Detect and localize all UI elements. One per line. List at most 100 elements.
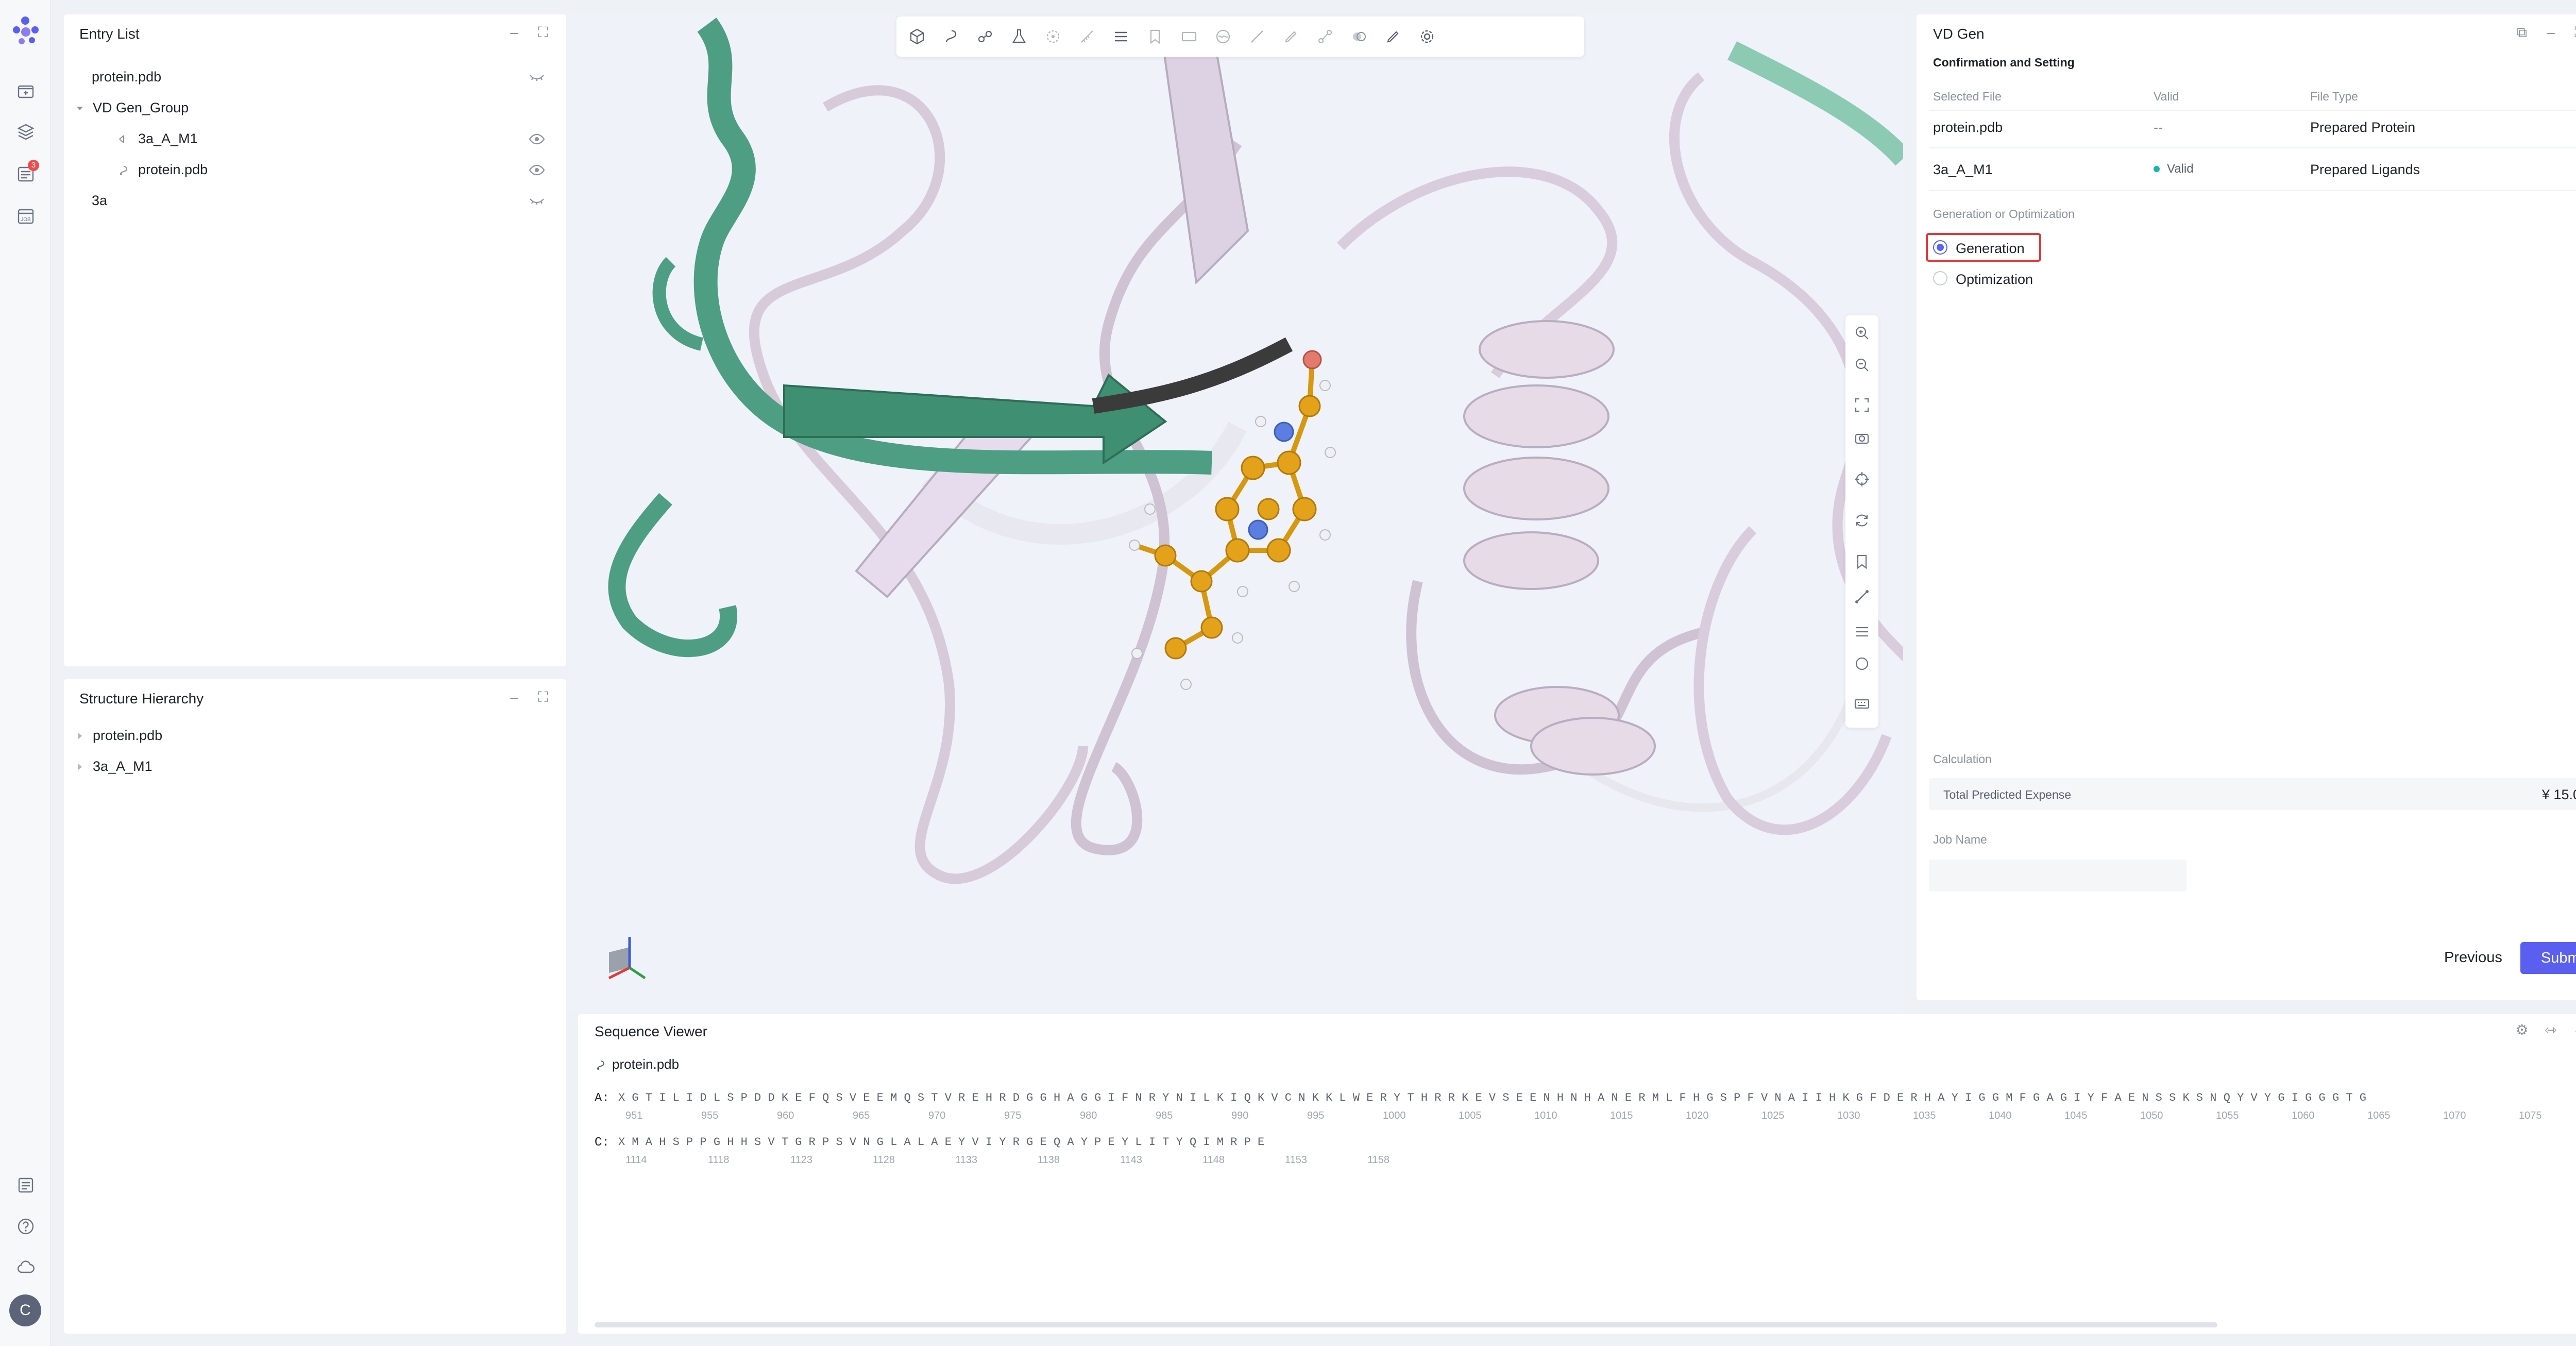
list-item[interactable]: 3a_A_M1 <box>117 131 198 147</box>
atoms-icon[interactable] <box>976 27 994 46</box>
project-folder-icon[interactable] <box>15 81 36 102</box>
docs-icon[interactable] <box>15 1175 36 1196</box>
list-item[interactable]: protein.pdb <box>117 162 208 178</box>
label-icon[interactable] <box>1180 27 1198 46</box>
valid-status: Valid <box>2154 162 2194 176</box>
header-valid: Valid <box>2154 90 2179 103</box>
minimize-icon[interactable]: – <box>506 25 522 40</box>
list-item[interactable]: 3a <box>92 193 107 209</box>
eye-icon[interactable] <box>528 164 546 176</box>
divider <box>1929 190 2576 191</box>
residue-number: 1133 <box>955 1154 978 1166</box>
help-icon[interactable] <box>15 1216 36 1237</box>
expense-value: ¥ 15.00 <box>2541 787 2576 802</box>
camera-icon[interactable] <box>1854 430 1870 446</box>
residue-number: 1045 <box>2064 1110 2088 1121</box>
eye-closed-icon[interactable] <box>528 71 546 83</box>
bookmark-add-icon[interactable] <box>1854 553 1870 570</box>
tasks-icon[interactable]: 3 <box>15 160 39 184</box>
list-item[interactable]: protein.pdb <box>74 728 162 744</box>
residue-number: 985 <box>1156 1110 1173 1121</box>
minimize-icon[interactable]: – <box>2572 1022 2576 1038</box>
mode-label: Generation or Optimization <box>1933 207 2075 221</box>
maximize-icon[interactable]: ⛶ <box>2572 25 2576 40</box>
eye-closed-icon[interactable] <box>528 195 546 207</box>
optimization-option[interactable]: Optimization <box>1926 264 2060 293</box>
flask-icon[interactable] <box>1010 27 1028 46</box>
jobs-icon[interactable]: JOB <box>15 206 36 227</box>
residue-number: 1060 <box>2292 1110 2315 1121</box>
residue-number: 1138 <box>1038 1154 1060 1166</box>
job-name-label: Job Name <box>1933 833 1987 846</box>
viewer-side-tools <box>1845 315 1878 728</box>
pocket-icon[interactable] <box>1350 27 1368 46</box>
ribbon-icon[interactable] <box>942 27 960 46</box>
residue-number: 1010 <box>1534 1110 1557 1121</box>
select-icon[interactable] <box>1044 27 1062 46</box>
list-view-icon[interactable] <box>1854 624 1870 640</box>
generation-option[interactable]: Generation <box>1926 233 2041 262</box>
job-name-input[interactable] <box>1929 860 2187 891</box>
sequence-icon[interactable] <box>1112 27 1130 46</box>
eye-icon[interactable] <box>528 133 546 145</box>
app-logo-icon[interactable] <box>10 15 40 45</box>
measure-tool-icon[interactable] <box>1854 588 1870 605</box>
residue-number: 970 <box>928 1110 946 1121</box>
chevron-down-icon[interactable] <box>74 103 86 114</box>
center-icon[interactable] <box>1854 471 1870 487</box>
sequence-track-a[interactable]: X G T I L I D L S P D D K E F Q S V E E … <box>618 1091 2576 1124</box>
bookmark-icon[interactable] <box>1146 27 1164 46</box>
residue-number: 1035 <box>1913 1110 1936 1121</box>
surface-icon[interactable] <box>1214 27 1232 46</box>
bond-icon[interactable] <box>1316 27 1334 46</box>
rotate-icon[interactable] <box>1854 512 1870 529</box>
submit-button[interactable]: Submit <box>2520 942 2576 974</box>
chevron-right-icon[interactable] <box>74 761 86 772</box>
maximize-icon[interactable]: ⛶ <box>535 25 551 40</box>
generation-radio[interactable] <box>1933 240 1947 255</box>
molecule-viewport[interactable] <box>568 14 1903 1012</box>
chevron-right-icon[interactable] <box>74 730 86 742</box>
layers-icon[interactable] <box>15 122 36 142</box>
avatar[interactable]: C <box>9 1294 41 1326</box>
expense-box: Total Predicted Expense ¥ 15.00 <box>1929 778 2576 810</box>
residue-number: 1040 <box>1989 1110 2012 1121</box>
residue-number: 1143 <box>1120 1154 1143 1166</box>
residue-number: 1020 <box>1686 1110 1709 1121</box>
line-icon[interactable] <box>1248 27 1266 46</box>
residue-number: 965 <box>853 1110 870 1121</box>
previous-button[interactable]: Previous <box>2444 949 2502 966</box>
copy-icon[interactable]: ⧉ <box>2514 25 2530 40</box>
protein-structure-render[interactable] <box>568 14 1903 1012</box>
cloud-icon[interactable] <box>15 1257 36 1278</box>
zoom-out-icon[interactable] <box>1854 357 1870 373</box>
list-item[interactable]: protein.pdb <box>92 69 161 85</box>
minimize-icon[interactable]: – <box>2543 25 2558 40</box>
list-item[interactable]: 3a_A_M1 <box>74 759 152 775</box>
optimization-radio[interactable] <box>1933 271 1947 285</box>
residue-number: 1005 <box>1459 1110 1482 1121</box>
maximize-icon[interactable]: ⛶ <box>535 689 551 705</box>
measure-icon[interactable] <box>1078 27 1096 46</box>
cube-icon[interactable] <box>908 27 926 46</box>
minimize-icon[interactable]: – <box>506 689 522 705</box>
settings-icon[interactable]: ⚙ <box>2514 1022 2530 1038</box>
pencil-icon[interactable] <box>1282 27 1300 46</box>
list-item[interactable]: VD Gen_Group <box>74 100 189 116</box>
fit-width-icon[interactable]: ⇿ <box>2543 1022 2558 1038</box>
entry-list-title: Entry List <box>79 26 140 42</box>
sequence-track-c[interactable]: X M A H S P P G H H S V T G R P S V N G … <box>618 1136 2576 1169</box>
chain-a-label: A: <box>595 1091 609 1105</box>
gear-icon[interactable] <box>1418 27 1436 46</box>
surface-tool-icon[interactable] <box>1854 655 1870 672</box>
fit-view-icon[interactable] <box>1854 397 1870 413</box>
horizontal-scrollbar[interactable] <box>595 1322 2217 1327</box>
zoom-in-icon[interactable] <box>1854 325 1870 341</box>
residue-number: 951 <box>625 1110 643 1121</box>
sequence-viewer-title: Sequence Viewer <box>595 1023 707 1039</box>
expense-label: Total Predicted Expense <box>1943 788 2072 801</box>
edit-icon[interactable] <box>1384 27 1402 46</box>
residue-number: 1153 <box>1285 1154 1308 1166</box>
keyboard-icon[interactable] <box>1854 696 1870 712</box>
residue-number: 995 <box>1307 1110 1325 1121</box>
